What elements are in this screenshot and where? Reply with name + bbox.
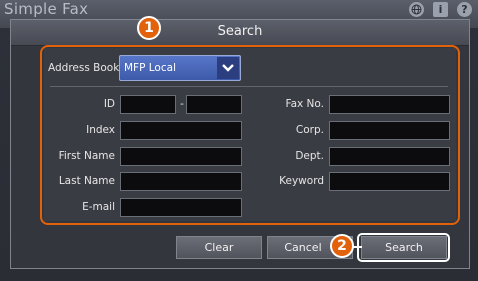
id-label: ID <box>103 98 115 110</box>
header-icons: i ? <box>409 2 472 17</box>
dialog-titlebar: Search <box>11 20 469 46</box>
dialog-title: Search <box>217 24 263 39</box>
corp-label: Corp. <box>295 124 324 136</box>
first-name-label: First Name <box>58 150 115 162</box>
dept-label: Dept. <box>295 150 324 162</box>
info-icon[interactable]: i <box>433 2 448 17</box>
id-separator: - <box>180 98 184 110</box>
last-name-field[interactable] <box>120 172 242 191</box>
clear-button[interactable]: Clear <box>176 236 262 259</box>
corp-field[interactable] <box>329 121 450 140</box>
chevron-down-icon[interactable] <box>217 57 239 79</box>
id-field-2[interactable] <box>186 95 242 114</box>
address-book-label: Address Book <box>48 62 120 74</box>
keyword-field[interactable] <box>329 172 450 191</box>
app-title: Simple Fax <box>4 0 89 18</box>
email-label: E-mail <box>82 201 115 213</box>
globe-icon[interactable] <box>409 2 424 17</box>
screen: Simple Fax i ? Search Address Book MFP L… <box>0 0 478 281</box>
keyword-label: Keyword <box>279 175 324 187</box>
email-field[interactable] <box>120 198 242 217</box>
address-book-select[interactable]: MFP Local <box>119 55 241 81</box>
address-book-value: MFP Local <box>124 62 176 74</box>
callout-marker-2: 2 <box>330 234 354 258</box>
fax-no-label: Fax No. <box>285 98 325 110</box>
divider <box>50 86 448 87</box>
callout-frame-2 <box>357 233 450 262</box>
index-label: Index <box>86 124 115 136</box>
id-field-1[interactable] <box>120 95 176 114</box>
help-icon[interactable]: ? <box>457 2 472 17</box>
first-name-field[interactable] <box>120 147 242 166</box>
last-name-label: Last Name <box>58 175 115 187</box>
index-field[interactable] <box>120 121 242 140</box>
fax-no-field[interactable] <box>329 95 450 114</box>
callout-marker-1: 1 <box>137 16 161 40</box>
dept-field[interactable] <box>329 147 450 166</box>
